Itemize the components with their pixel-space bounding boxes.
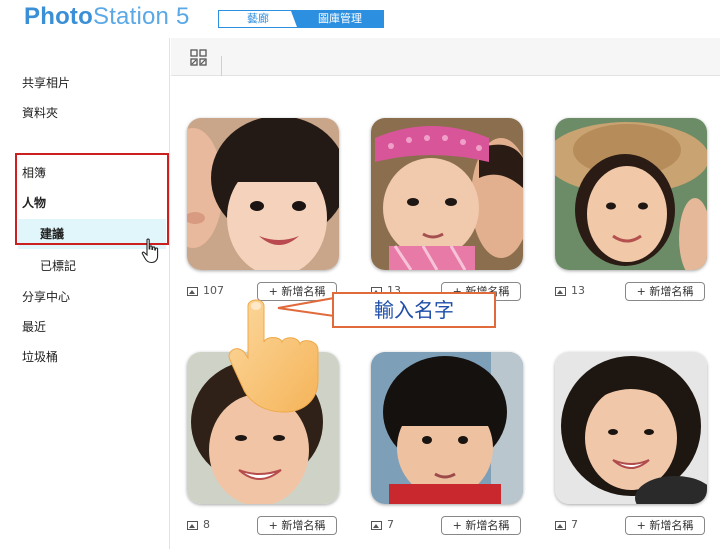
photo-count-value: 8 xyxy=(203,518,210,531)
sidebar-item-people[interactable]: 人物 xyxy=(22,195,46,211)
photo-count-value: 7 xyxy=(571,518,578,531)
pointing-hand-icon xyxy=(228,299,319,413)
photo-count-value: 107 xyxy=(203,284,224,297)
image-icon xyxy=(555,520,566,530)
sidebar: 共享相片 資料夾 相簿 人物 建議 已標記 分享中心 最近 垃圾桶 xyxy=(0,38,170,549)
sidebar-item-sharing-center[interactable]: 分享中心 xyxy=(22,289,70,305)
person-card: 13 + 新增名稱 xyxy=(355,86,523,316)
logo-bold: Photo xyxy=(24,3,93,30)
sidebar-item-folders[interactable]: 資料夾 xyxy=(22,105,58,121)
mode-switch: 藝廊 圖庫管理 xyxy=(218,10,384,28)
photo-count: 7 xyxy=(371,518,394,532)
photo-count-value: 13 xyxy=(571,284,585,297)
image-icon xyxy=(371,520,382,530)
person-thumbnail[interactable] xyxy=(371,352,523,504)
add-name-button[interactable]: + 新增名稱 xyxy=(625,282,705,301)
add-name-button[interactable]: + 新增名稱 xyxy=(441,516,521,535)
app-header: PhotoStation 5 藝廊 圖庫管理 xyxy=(0,0,720,38)
photo-count: 107 xyxy=(187,284,224,298)
grid-view-icon[interactable] xyxy=(189,48,209,68)
person-thumbnail[interactable] xyxy=(555,352,707,504)
logo-light: Station 5 xyxy=(92,3,190,30)
photo-count: 8 xyxy=(187,518,210,532)
add-name-button[interactable]: + 新增名稱 xyxy=(625,516,705,535)
hand-cursor-icon xyxy=(141,238,159,264)
photo-count: 13 xyxy=(555,284,585,298)
toolbar xyxy=(171,38,720,76)
photo-count-value: 7 xyxy=(387,518,394,531)
add-name-button[interactable]: + 新增名稱 xyxy=(257,516,337,535)
person-card: 107 + 新增名稱 xyxy=(171,86,339,316)
person-thumbnail[interactable] xyxy=(187,118,339,270)
app-logo: PhotoStation 5 xyxy=(24,2,190,32)
tab-library-management[interactable]: 圖庫管理 xyxy=(291,11,383,27)
sidebar-item-recent[interactable]: 最近 xyxy=(22,319,46,335)
image-icon xyxy=(187,286,198,296)
sidebar-item-albums[interactable]: 相簿 xyxy=(22,165,46,181)
person-thumbnail[interactable] xyxy=(555,118,707,270)
person-card: 7 + 新增名稱 xyxy=(355,320,523,549)
sidebar-item-shared-photos[interactable]: 共享相片 xyxy=(22,75,70,91)
toolbar-divider xyxy=(221,56,222,76)
person-thumbnail[interactable] xyxy=(371,118,523,270)
sidebar-item-trash[interactable]: 垃圾桶 xyxy=(22,349,58,365)
image-icon xyxy=(555,286,566,296)
person-card: 7 + 新增名稱 xyxy=(539,320,707,549)
image-icon xyxy=(187,520,198,530)
photo-count: 7 xyxy=(555,518,578,532)
tab-gallery[interactable]: 藝廊 xyxy=(219,11,297,27)
person-card: 13 + 新增名稱 xyxy=(539,86,707,316)
callout-enter-name: 輸入名字 xyxy=(332,292,496,328)
